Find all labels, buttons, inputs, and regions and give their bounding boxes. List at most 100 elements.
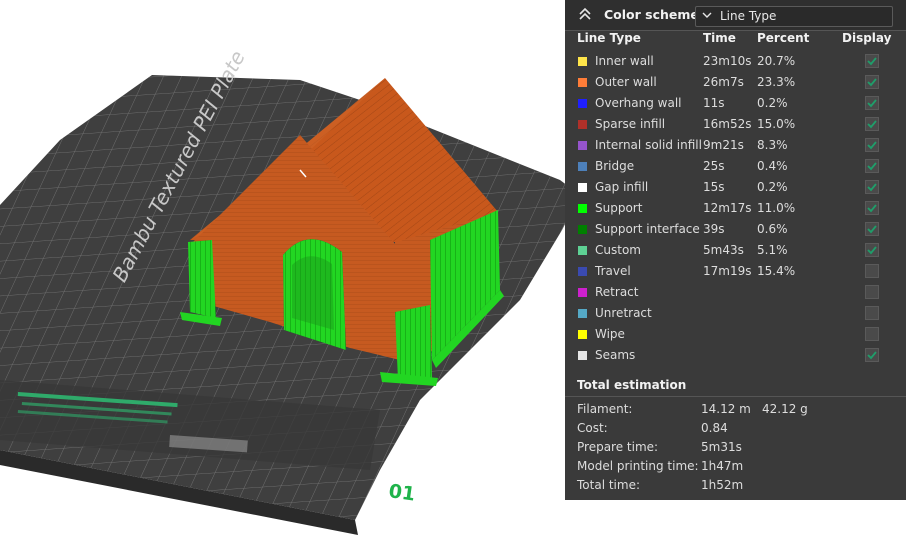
legend-row: Gap infill 15s 0.2%	[565, 177, 906, 198]
display-checkbox[interactable]	[865, 180, 879, 194]
color-scheme-value: Line Type	[720, 9, 777, 23]
color-swatch	[578, 309, 587, 318]
filament-label: Filament:	[577, 402, 633, 416]
line-type-name: Outer wall	[595, 75, 657, 89]
line-type-time: 15s	[703, 180, 725, 194]
legend-row: Sparse infill 16m52s 15.0%	[565, 114, 906, 135]
line-type-name: Travel	[595, 264, 631, 278]
color-swatch	[578, 351, 587, 360]
legend-row: Support 12m17s 11.0%	[565, 198, 906, 219]
legend-row: Unretract	[565, 303, 906, 324]
color-swatch	[578, 57, 587, 66]
line-type-name: Sparse infill	[595, 117, 666, 131]
color-scheme-label: Color scheme	[604, 7, 699, 22]
line-type-percent: 15.4%	[757, 264, 796, 278]
display-checkbox[interactable]	[865, 348, 879, 362]
display-checkbox[interactable]	[865, 117, 879, 131]
display-checkbox[interactable]	[865, 75, 879, 89]
col-header-time: Time	[703, 31, 736, 45]
line-type-time: 16m52s	[703, 117, 752, 131]
color-swatch	[578, 267, 587, 276]
legend-row: Inner wall 23m10s 20.7%	[565, 51, 906, 72]
line-type-percent: 23.3%	[757, 75, 796, 89]
legend-row: Support interface 39s 0.6%	[565, 219, 906, 240]
color-swatch	[578, 246, 587, 255]
line-type-name: Custom	[595, 243, 641, 257]
legend-row: Internal solid infill 9m21s 8.3%	[565, 135, 906, 156]
display-checkbox[interactable]	[865, 201, 879, 215]
display-checkbox[interactable]	[865, 327, 879, 341]
color-swatch	[578, 78, 587, 87]
line-type-time: 11s	[703, 96, 725, 110]
legend-row: Overhang wall 11s 0.2%	[565, 93, 906, 114]
line-type-time: 25s	[703, 159, 725, 173]
col-header-display: Display	[842, 31, 892, 45]
line-type-time: 17m19s	[703, 264, 752, 278]
line-type-percent: 0.4%	[757, 159, 788, 173]
filament-weight: 42.12 g	[762, 402, 808, 416]
color-swatch	[578, 288, 587, 297]
total-time-value: 1h52m	[701, 478, 744, 492]
line-type-percent: 0.6%	[757, 222, 788, 236]
legend-row: Seams	[565, 345, 906, 366]
cost-label: Cost:	[577, 421, 608, 435]
checkmark-icon	[867, 141, 877, 150]
chevron-down-icon	[702, 12, 712, 18]
display-checkbox[interactable]	[865, 159, 879, 173]
filament-length: 14.12 m	[701, 402, 751, 416]
line-type-percent: 11.0%	[757, 201, 796, 215]
prepare-time-value: 5m31s	[701, 440, 742, 454]
display-checkbox[interactable]	[865, 306, 879, 320]
cost-value: 0.84	[701, 421, 728, 435]
line-type-name: Overhang wall	[595, 96, 682, 110]
display-checkbox[interactable]	[865, 264, 879, 278]
line-type-time: 9m21s	[703, 138, 744, 152]
total-estimation-title: Total estimation	[577, 378, 687, 392]
prepare-time-label: Prepare time:	[577, 440, 659, 454]
legend-row: Bridge 25s 0.4%	[565, 156, 906, 177]
display-checkbox[interactable]	[865, 54, 879, 68]
line-type-name: Support	[595, 201, 643, 215]
line-type-name: Bridge	[595, 159, 635, 173]
total-time-label: Total time:	[577, 478, 640, 492]
model-printing-time-label: Model printing time:	[577, 459, 699, 473]
color-swatch	[578, 330, 587, 339]
line-type-percent: 0.2%	[757, 180, 788, 194]
line-type-name: Support interface	[595, 222, 700, 236]
divider	[565, 396, 906, 397]
line-type-time: 26m7s	[703, 75, 744, 89]
checkmark-icon	[867, 183, 877, 192]
line-type-name: Retract	[595, 285, 639, 299]
line-type-name: Gap infill	[595, 180, 649, 194]
line-type-time: 23m10s	[703, 54, 752, 68]
line-type-name: Seams	[595, 348, 636, 362]
checkmark-icon	[867, 162, 877, 171]
legend-panel: Color scheme Line Type Line Type Time Pe…	[565, 0, 906, 500]
checkmark-icon	[867, 57, 877, 66]
color-scheme-dropdown[interactable]: Line Type	[695, 6, 893, 27]
line-type-name: Internal solid infill	[595, 138, 702, 152]
panel-header: Color scheme Line Type	[565, 0, 906, 31]
color-swatch	[578, 162, 587, 171]
line-type-percent: 15.0%	[757, 117, 796, 131]
line-type-time: 39s	[703, 222, 725, 236]
color-swatch	[578, 204, 587, 213]
checkmark-icon	[867, 351, 877, 360]
display-checkbox[interactable]	[865, 96, 879, 110]
display-checkbox[interactable]	[865, 285, 879, 299]
display-checkbox[interactable]	[865, 222, 879, 236]
line-type-name: Wipe	[595, 327, 625, 341]
collapse-chevron-up-icon[interactable]	[577, 6, 593, 22]
display-checkbox[interactable]	[865, 243, 879, 257]
checkmark-icon	[867, 99, 877, 108]
plate-number: 01	[387, 480, 416, 505]
color-swatch	[578, 183, 587, 192]
display-checkbox[interactable]	[865, 138, 879, 152]
color-swatch	[578, 225, 587, 234]
legend-row: Outer wall 26m7s 23.3%	[565, 72, 906, 93]
checkmark-icon	[867, 204, 877, 213]
col-header-line-type: Line Type	[577, 31, 641, 45]
line-type-time: 12m17s	[703, 201, 752, 215]
line-type-percent: 5.1%	[757, 243, 788, 257]
legend-row: Retract	[565, 282, 906, 303]
